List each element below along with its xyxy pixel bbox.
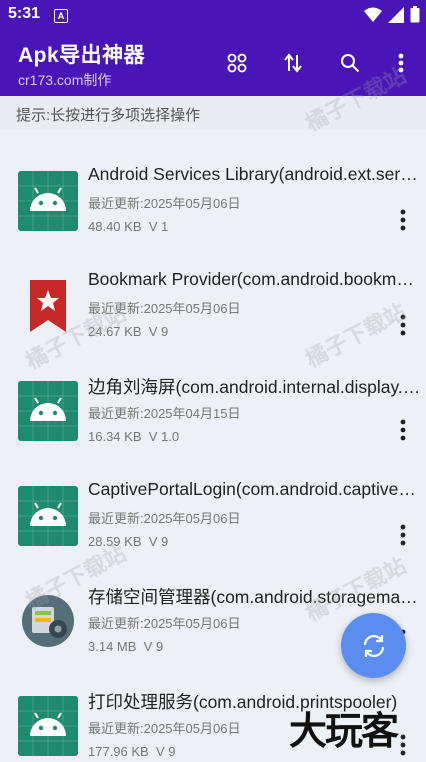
android-icon <box>18 696 78 756</box>
app-version: V 9 <box>148 324 169 339</box>
hint-text: 提示:长按进行多项选择操作 <box>16 107 201 124</box>
app-name: CaptivePortalLogin(com.android.captivepo… <box>88 479 422 499</box>
more-vert-icon[interactable] <box>393 523 413 547</box>
app-title: Apk导出神器 <box>18 44 146 67</box>
status-time: 5:31 <box>8 5 41 22</box>
app-update-date: 最近更新:2025年05月06日 <box>88 616 241 631</box>
app-list-item[interactable]: Android Services Library(android.ext.ser… <box>0 130 426 235</box>
wifi-icon <box>364 7 382 22</box>
app-size-version: 48.40 KB V 1 <box>88 219 168 234</box>
more-vert-icon[interactable] <box>393 208 413 232</box>
app-name: Android Services Library(android.ext.ser… <box>88 164 422 184</box>
app-name: Bookmark Provider(com.android.bookmarkpr… <box>88 269 422 289</box>
refresh-icon <box>363 634 384 657</box>
app-size: 3.14 MB <box>88 639 137 654</box>
app-update-date: 最近更新:2025年05月06日 <box>88 196 241 211</box>
notification-icon: A <box>54 9 68 23</box>
app-update-date: 最近更新:2025年04月15日 <box>88 406 241 421</box>
app-size: 16.34 KB <box>88 429 142 444</box>
app-version: V 1.0 <box>148 429 180 444</box>
android-icon <box>18 486 78 546</box>
app-version: V 9 <box>148 534 169 549</box>
app-update-date: 最近更新:2025年05月06日 <box>88 721 241 736</box>
search-icon[interactable] <box>335 48 365 78</box>
app-update-date: 最近更新:2025年05月06日 <box>88 511 241 526</box>
status-bar: 5:31 A <box>0 0 426 30</box>
app-size-version: 3.14 MB V 9 <box>88 639 163 654</box>
app-list-item[interactable]: CaptivePortalLogin(com.android.captivepo… <box>0 445 426 550</box>
more-vert-icon[interactable] <box>393 418 413 442</box>
refresh-button[interactable] <box>341 613 406 678</box>
android-icon <box>18 171 78 231</box>
app-version: V 9 <box>155 744 176 759</box>
app-name: 边角刘海屏(com.android.internal.display.cutou… <box>88 377 422 397</box>
app-version: V 1 <box>148 219 169 234</box>
sort-icon[interactable] <box>278 48 308 78</box>
battery-icon <box>410 6 420 23</box>
app-size-version: 16.34 KB V 1.0 <box>88 429 179 444</box>
status-icons <box>364 6 420 23</box>
app-subtitle: cr173.com制作 <box>18 72 112 88</box>
signal-icon <box>388 6 404 23</box>
app-version: V 9 <box>143 639 164 654</box>
app-size: 177.96 KB <box>88 744 149 759</box>
app-size-version: 177.96 KB V 9 <box>88 744 175 759</box>
android-icon <box>18 381 78 441</box>
app-size: 48.40 KB <box>88 219 142 234</box>
brand-watermark: 大玩客 <box>289 711 399 753</box>
grid-icon[interactable] <box>222 48 252 78</box>
